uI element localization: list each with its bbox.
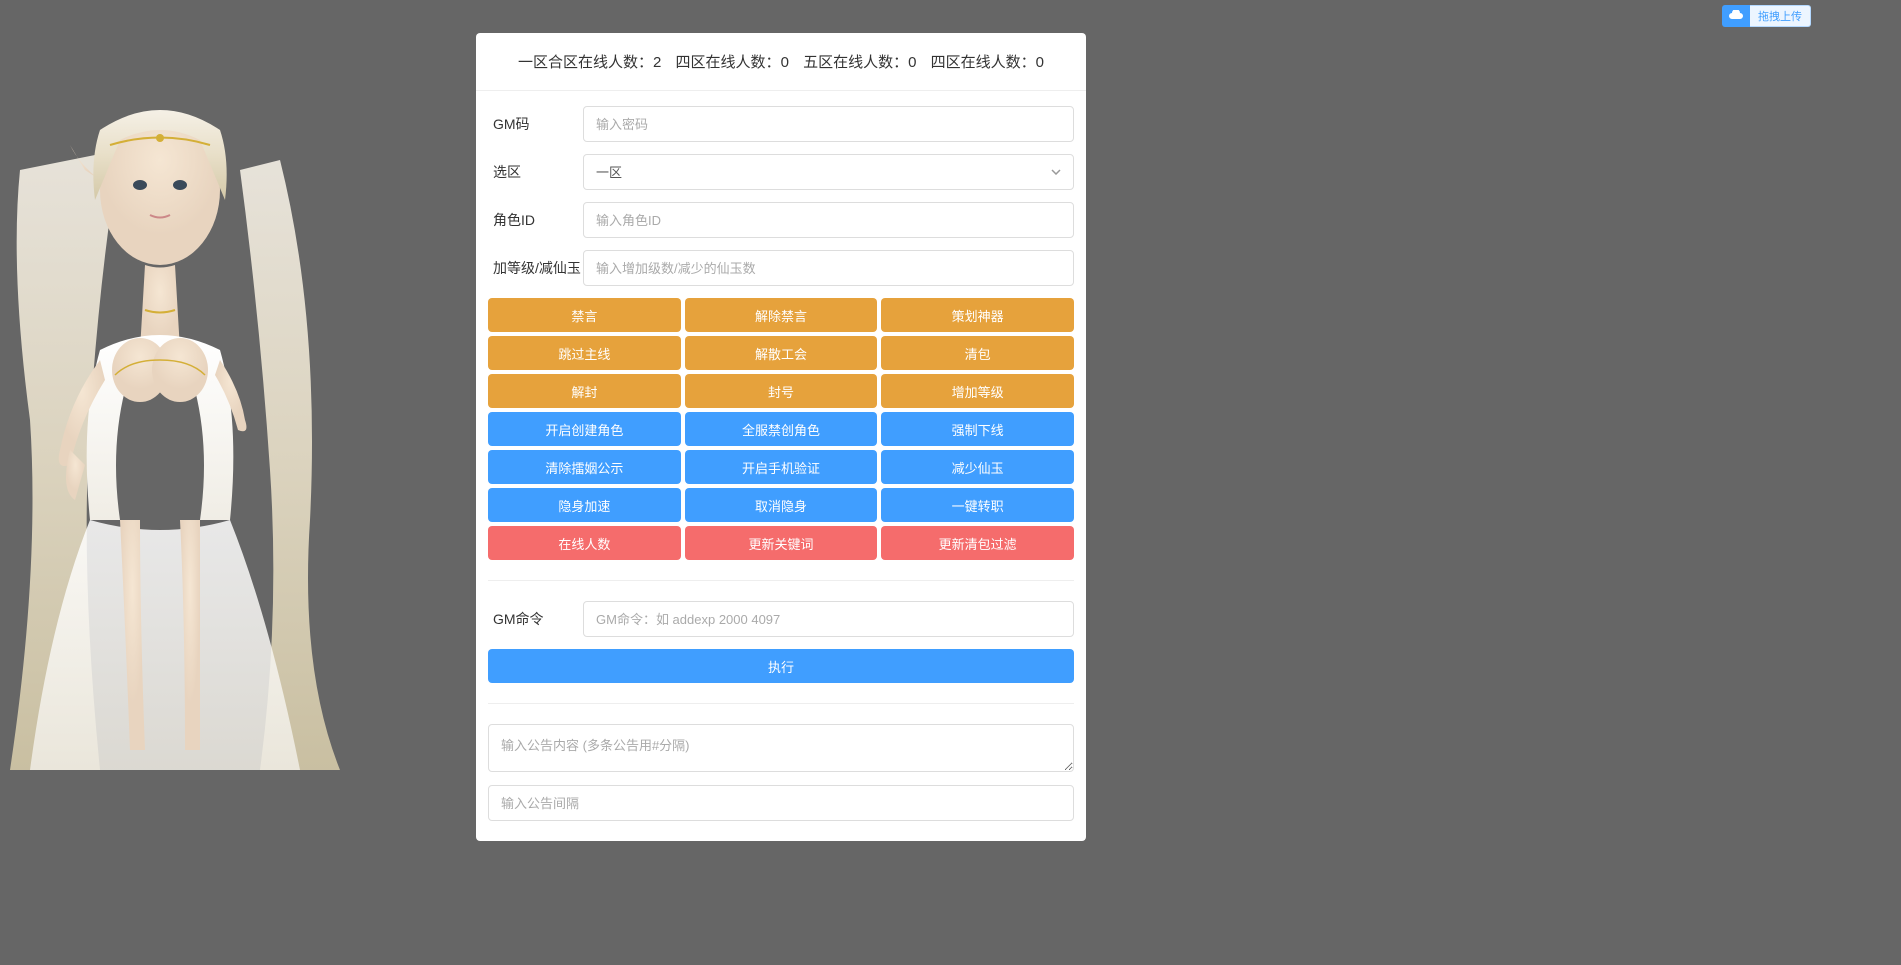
online-stats-bar: 一区合区在线人数：2 四区在线人数：0 五区在线人数：0 四区在线人数：0 — [476, 33, 1086, 91]
skip-main-button[interactable]: 跳过主线 — [488, 336, 681, 370]
divider — [488, 703, 1074, 704]
upload-label: 拖拽上传 — [1750, 5, 1811, 27]
input-form: GM码 选区 一区 角色ID 加等级/减仙玉 — [476, 91, 1086, 286]
clear-arena-button[interactable]: 清除擂姻公示 — [488, 450, 681, 484]
level-label: 加等级/减仙玉 — [488, 258, 583, 278]
character-image — [0, 70, 380, 790]
upload-widget[interactable]: 拖拽上传 — [1722, 5, 1811, 27]
enable-create-role-button[interactable]: 开启创建角色 — [488, 412, 681, 446]
change-job-button[interactable]: 一键转职 — [881, 488, 1074, 522]
add-level-button[interactable]: 增加等级 — [881, 374, 1074, 408]
role-id-input[interactable] — [583, 202, 1074, 238]
zone-label: 选区 — [488, 162, 583, 182]
elf-illustration — [0, 70, 380, 790]
announcement-section — [476, 724, 1086, 821]
zone-select[interactable]: 一区 — [583, 154, 1074, 190]
admin-panel: 一区合区在线人数：2 四区在线人数：0 五区在线人数：0 四区在线人数：0 GM… — [476, 33, 1086, 841]
ban-speech-button[interactable]: 禁言 — [488, 298, 681, 332]
zone4-stat: 四区在线人数：0 — [676, 51, 789, 72]
cancel-stealth-button[interactable]: 取消隐身 — [685, 488, 878, 522]
role-id-label: 角色ID — [488, 210, 583, 230]
gm-command-label: GM命令 — [488, 609, 583, 629]
reduce-jade-button[interactable]: 减少仙玉 — [881, 450, 1074, 484]
disable-create-role-button[interactable]: 全服禁创角色 — [685, 412, 878, 446]
announce-content-input[interactable] — [488, 724, 1074, 772]
announce-interval-input[interactable] — [488, 785, 1074, 821]
execute-button[interactable]: 执行 — [488, 649, 1074, 683]
ban-account-button[interactable]: 封号 — [685, 374, 878, 408]
update-filter-button[interactable]: 更新清包过滤 — [881, 526, 1074, 560]
zone1-stat: 一区合区在线人数：2 — [518, 51, 661, 72]
clear-bag-button[interactable]: 清包 — [881, 336, 1074, 370]
online-count-button[interactable]: 在线人数 — [488, 526, 681, 560]
cloud-icon — [1722, 5, 1750, 27]
zone4b-stat: 四区在线人数：0 — [931, 51, 1044, 72]
disband-guild-button[interactable]: 解散工会 — [685, 336, 878, 370]
gm-command-section: GM命令 执行 — [476, 601, 1086, 683]
gm-code-label: GM码 — [488, 114, 583, 134]
level-input[interactable] — [583, 250, 1074, 286]
stealth-speed-button[interactable]: 隐身加速 — [488, 488, 681, 522]
action-buttons: 禁言 解除禁言 策划神器 跳过主线 解散工会 清包 解封 封号 增加等级 开启创… — [476, 298, 1086, 560]
gm-code-input[interactable] — [583, 106, 1074, 142]
planner-artifact-button[interactable]: 策划神器 — [881, 298, 1074, 332]
update-keywords-button[interactable]: 更新关键词 — [685, 526, 878, 560]
unseal-button[interactable]: 解封 — [488, 374, 681, 408]
unban-speech-button[interactable]: 解除禁言 — [685, 298, 878, 332]
enable-phone-verify-button[interactable]: 开启手机验证 — [685, 450, 878, 484]
zone5-stat: 五区在线人数：0 — [803, 51, 916, 72]
force-offline-button[interactable]: 强制下线 — [881, 412, 1074, 446]
gm-command-input[interactable] — [583, 601, 1074, 637]
divider — [488, 580, 1074, 581]
